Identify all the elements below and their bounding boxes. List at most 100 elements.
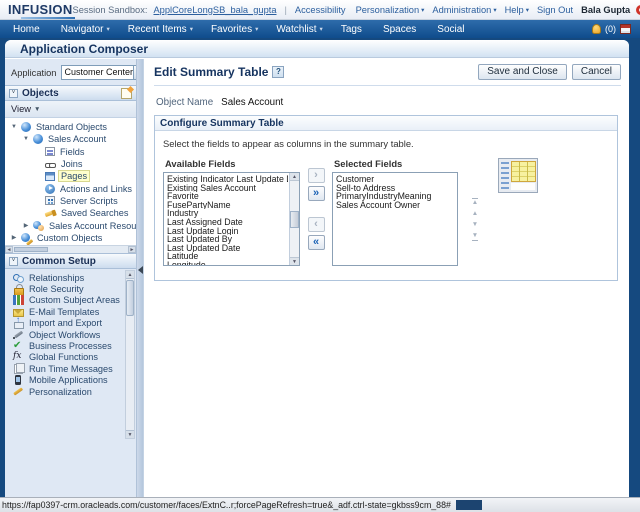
topbar-link[interactable]: Sign Out: [537, 5, 575, 15]
selected-fields-listbox[interactable]: Customer Sell-to Address PrimaryIndustryMe…: [332, 172, 458, 266]
move-selected-left-button[interactable]: [307, 217, 325, 232]
tree-item[interactable]: Saved Searches: [5, 207, 136, 219]
common-setup-item[interactable]: Custom Subject Areas: [5, 295, 125, 306]
list-option[interactable]: Favorite: [165, 192, 288, 201]
action-buttons: Save and Close Cancel: [478, 63, 621, 80]
scroll-left-arrow-icon[interactable]: ◄: [5, 246, 13, 253]
top-utility-bar: INFUSION Session Sandbox: ApplCoreLongSB…: [0, 0, 640, 20]
nav-item[interactable]: Recent Items ▾: [119, 24, 202, 35]
scroll-up-arrow-icon[interactable]: ▲: [126, 271, 134, 279]
cancel-button[interactable]: Cancel: [571, 63, 621, 80]
tree-expander-icon[interactable]: [22, 222, 30, 229]
notification-count: (0): [605, 24, 616, 34]
list-option[interactable]: FusePartyName: [165, 201, 288, 210]
common-setup-scrollbar[interactable]: ▲ ▼: [125, 270, 135, 439]
tree-expander-icon[interactable]: [22, 136, 30, 142]
tree-item[interactable]: Custom Objects: [5, 232, 136, 244]
list-option[interactable]: Existing Indicator Last Update Date: [165, 175, 288, 184]
common-setup-item[interactable]: Personalization: [5, 386, 125, 397]
nav-item[interactable]: Navigator ▾: [52, 24, 119, 35]
list-option[interactable]: Latitude: [165, 252, 288, 261]
move-to-bottom-button[interactable]: [471, 233, 479, 241]
scroll-down-arrow-icon[interactable]: ▼: [290, 257, 299, 265]
tree-item-icon: [45, 159, 56, 170]
topbar-link[interactable]: Administration ▾: [432, 5, 496, 15]
list-option[interactable]: Last Updated Date: [165, 244, 288, 253]
common-setup-item[interactable]: Object Workflows: [5, 329, 125, 340]
common-setup-item[interactable]: Role Security: [5, 283, 125, 296]
calendar-grid-icon[interactable]: [620, 24, 631, 34]
notifications-bell-icon[interactable]: [592, 24, 601, 34]
application-select[interactable]: Customer Center ▼: [61, 65, 148, 80]
scrollbar-thumb[interactable]: [290, 211, 299, 228]
edit-summary-title: Edit Summary Table: [154, 64, 269, 79]
list-option[interactable]: Last Assigned Date: [165, 218, 288, 227]
topbar-link[interactable]: Personalization ▾: [356, 5, 425, 15]
tree-horizontal-scrollbar[interactable]: ◄ ►: [5, 245, 136, 253]
move-all-left-button[interactable]: [307, 235, 325, 250]
common-setup-item[interactable]: Run Time Messages: [5, 363, 125, 375]
nav-menu: Home Navigator ▾ Recent Items ▾ Favorite…: [4, 24, 477, 35]
collapse-panel-icon[interactable]: ˅: [9, 88, 18, 98]
common-setup-item[interactable]: Relationships: [5, 272, 125, 284]
scrollbar-thumb[interactable]: [126, 280, 134, 316]
common-setup-item[interactable]: Mobile Applications: [5, 374, 125, 386]
session-sandbox-link[interactable]: ApplCoreLongSB_bala_gupta: [153, 5, 276, 15]
common-setup-item[interactable]: Global Functions: [5, 351, 125, 363]
available-fields-scrollbar[interactable]: ▲ ▼: [289, 173, 299, 265]
tree-item-icon: [45, 183, 55, 194]
scroll-down-arrow-icon[interactable]: ▼: [126, 430, 134, 438]
common-setup-item[interactable]: E-Mail Templates: [5, 306, 125, 317]
summary-table-preview-image: [498, 158, 538, 193]
topbar-link[interactable]: Help ▾: [505, 5, 529, 15]
tree-view-menu-bar: View ▼: [5, 101, 136, 118]
tree-item[interactable]: Standard Objects: [5, 121, 136, 133]
common-setup-item[interactable]: Import and Export: [5, 315, 125, 329]
move-down-button[interactable]: [472, 222, 478, 228]
move-selected-right-button[interactable]: [307, 168, 325, 183]
move-up-button[interactable]: [472, 211, 478, 217]
list-option[interactable]: Customer: [334, 175, 456, 184]
common-setup-item-icon: [13, 340, 24, 352]
list-option[interactable]: Sell-to Address: [334, 184, 456, 193]
tree-expander-icon[interactable]: [10, 124, 18, 130]
move-to-top-button[interactable]: [471, 198, 479, 206]
topbar-link[interactable]: Accessibility: [295, 5, 348, 15]
help-icon[interactable]: ?: [272, 65, 285, 78]
nav-item[interactable]: Social: [428, 24, 476, 35]
tree-item[interactable]: Sales Account: [5, 133, 136, 145]
tree-item[interactable]: Actions and Links: [5, 182, 136, 194]
nav-item[interactable]: Spaces: [374, 24, 428, 35]
tree-item[interactable]: Joins: [5, 158, 136, 170]
new-object-icon[interactable]: [121, 87, 132, 99]
preview-page-body: [511, 183, 535, 190]
nav-item[interactable]: Home: [4, 24, 52, 35]
tree-item[interactable]: Sales Account Resource: [5, 219, 136, 232]
list-option[interactable]: Last Update Login: [165, 227, 288, 236]
nav-item[interactable]: Tags: [332, 24, 374, 35]
sidebar-splitter[interactable]: [136, 59, 143, 497]
nav-item[interactable]: Watchlist ▾: [267, 24, 331, 35]
available-fields-listbox[interactable]: Existing Indicator Last Update DateExist…: [163, 172, 300, 266]
tree-item[interactable]: Server Scripts: [5, 195, 136, 207]
common-setup-list: Relationships Role Security Custom Subje…: [5, 272, 125, 397]
list-option[interactable]: PrimaryIndustryMeaning: [334, 192, 456, 201]
nav-item[interactable]: Favorites ▾: [202, 24, 267, 35]
view-menu-button[interactable]: View: [11, 104, 31, 114]
scrollbar-thumb[interactable]: [14, 247, 48, 252]
list-option[interactable]: Sales Account Owner: [334, 201, 456, 210]
list-option[interactable]: Last Updated By: [165, 235, 288, 244]
list-option[interactable]: Longitude: [165, 261, 288, 265]
save-and-close-button[interactable]: Save and Close: [478, 63, 567, 80]
objects-tree: Standard Objects Sales Account Fields: [5, 118, 136, 245]
tree-item[interactable]: Fields: [5, 146, 136, 158]
list-option[interactable]: Existing Sales Account: [165, 184, 288, 193]
tree-item[interactable]: Pages: [5, 170, 136, 183]
move-all-right-button[interactable]: [307, 186, 325, 201]
scroll-up-arrow-icon[interactable]: ▲: [290, 173, 299, 181]
common-setup-item[interactable]: Business Processes: [5, 340, 125, 352]
tree-expander-icon[interactable]: [10, 234, 18, 241]
list-option[interactable]: Industry: [165, 209, 288, 218]
scroll-right-arrow-icon[interactable]: ►: [128, 246, 136, 253]
collapse-panel-icon[interactable]: ˅: [9, 256, 18, 266]
